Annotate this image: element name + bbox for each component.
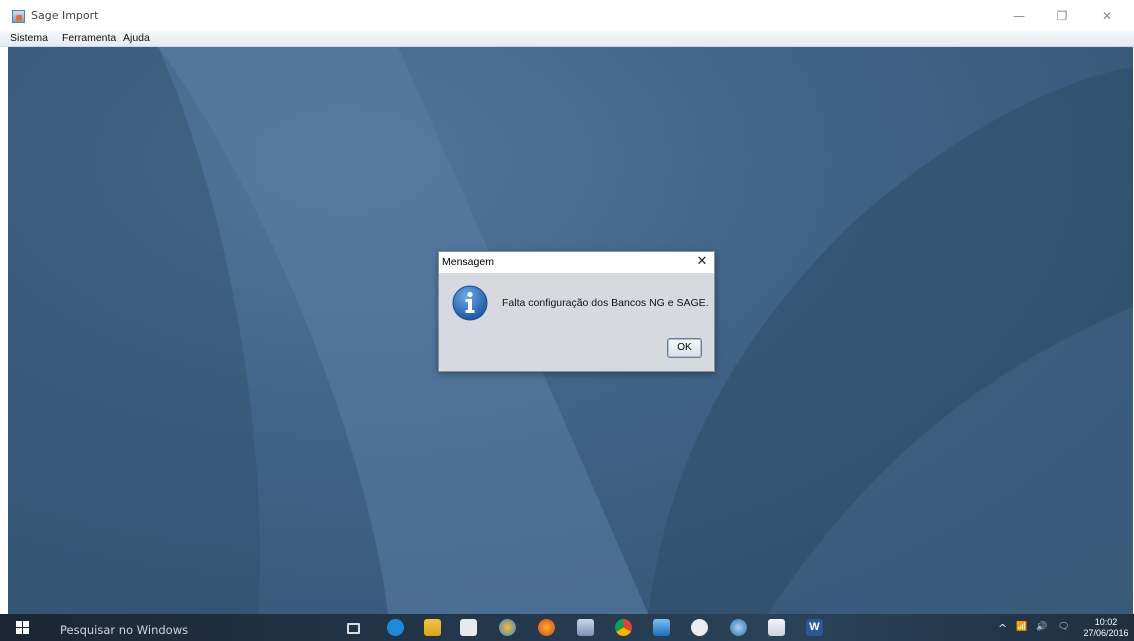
window-titlebar: Sage Import — ❐ ✕ bbox=[0, 0, 1134, 31]
taskbar-search[interactable]: Pesquisar no Windows bbox=[60, 623, 188, 637]
firefox-icon[interactable] bbox=[538, 619, 555, 636]
close-button[interactable]: ✕ bbox=[1092, 6, 1122, 26]
chrome-icon[interactable] bbox=[615, 619, 632, 636]
clock-time: 10:02 bbox=[1094, 617, 1118, 627]
ok-button[interactable]: OK bbox=[667, 338, 702, 358]
java-app-icon bbox=[12, 10, 25, 23]
dialog-title: Mensagem bbox=[442, 256, 494, 268]
virtualbox-icon[interactable] bbox=[653, 619, 670, 636]
tray-chevron-icon[interactable]: ^ bbox=[998, 622, 1007, 635]
taskbar: Pesquisar no Windows W ^ 📶 🔊 🗨 10:02 27/… bbox=[0, 614, 1134, 641]
window-title: Sage Import bbox=[31, 9, 99, 22]
desktop-background: Mensagem ✕ Falta configuração dos Bancos… bbox=[8, 47, 1133, 614]
dialog-close-button[interactable]: ✕ bbox=[693, 254, 711, 270]
maximize-button[interactable]: ❐ bbox=[1047, 6, 1077, 26]
menu-ajuda[interactable]: Ajuda bbox=[123, 32, 150, 44]
menu-ferramenta[interactable]: Ferramenta bbox=[62, 32, 116, 44]
network-app-icon[interactable] bbox=[730, 619, 747, 636]
dialog-titlebar: Mensagem ✕ bbox=[439, 252, 714, 273]
vpn-icon[interactable] bbox=[691, 619, 708, 636]
menubar: Sistema Ferramenta Ajuda bbox=[0, 31, 1134, 47]
network-icon[interactable]: 📶 bbox=[1016, 622, 1027, 632]
task-view-icon[interactable] bbox=[347, 623, 360, 634]
edge-icon[interactable] bbox=[387, 619, 404, 636]
menu-sistema[interactable]: Sistema bbox=[10, 32, 48, 44]
minimize-button[interactable]: — bbox=[1004, 6, 1034, 26]
file-explorer-icon[interactable] bbox=[424, 619, 441, 636]
store-icon[interactable] bbox=[460, 619, 477, 636]
notifications-icon[interactable]: 🗨 bbox=[1058, 622, 1069, 632]
paint-icon[interactable] bbox=[577, 619, 594, 636]
clock-date: 27/06/2016 bbox=[1083, 628, 1129, 638]
message-dialog: Mensagem ✕ Falta configuração dos Bancos… bbox=[438, 251, 715, 372]
taskbar-clock[interactable]: 10:02 27/06/2016 bbox=[1079, 617, 1133, 639]
dialog-message: Falta configuração dos Bancos NG e SAGE. bbox=[502, 297, 709, 309]
word-icon[interactable]: W bbox=[806, 619, 823, 636]
java-icon[interactable] bbox=[768, 619, 785, 636]
windows-start-icon[interactable] bbox=[16, 621, 30, 634]
info-icon bbox=[452, 285, 488, 321]
volume-icon[interactable]: 🔊 bbox=[1036, 622, 1047, 632]
app-icon[interactable] bbox=[499, 619, 516, 636]
